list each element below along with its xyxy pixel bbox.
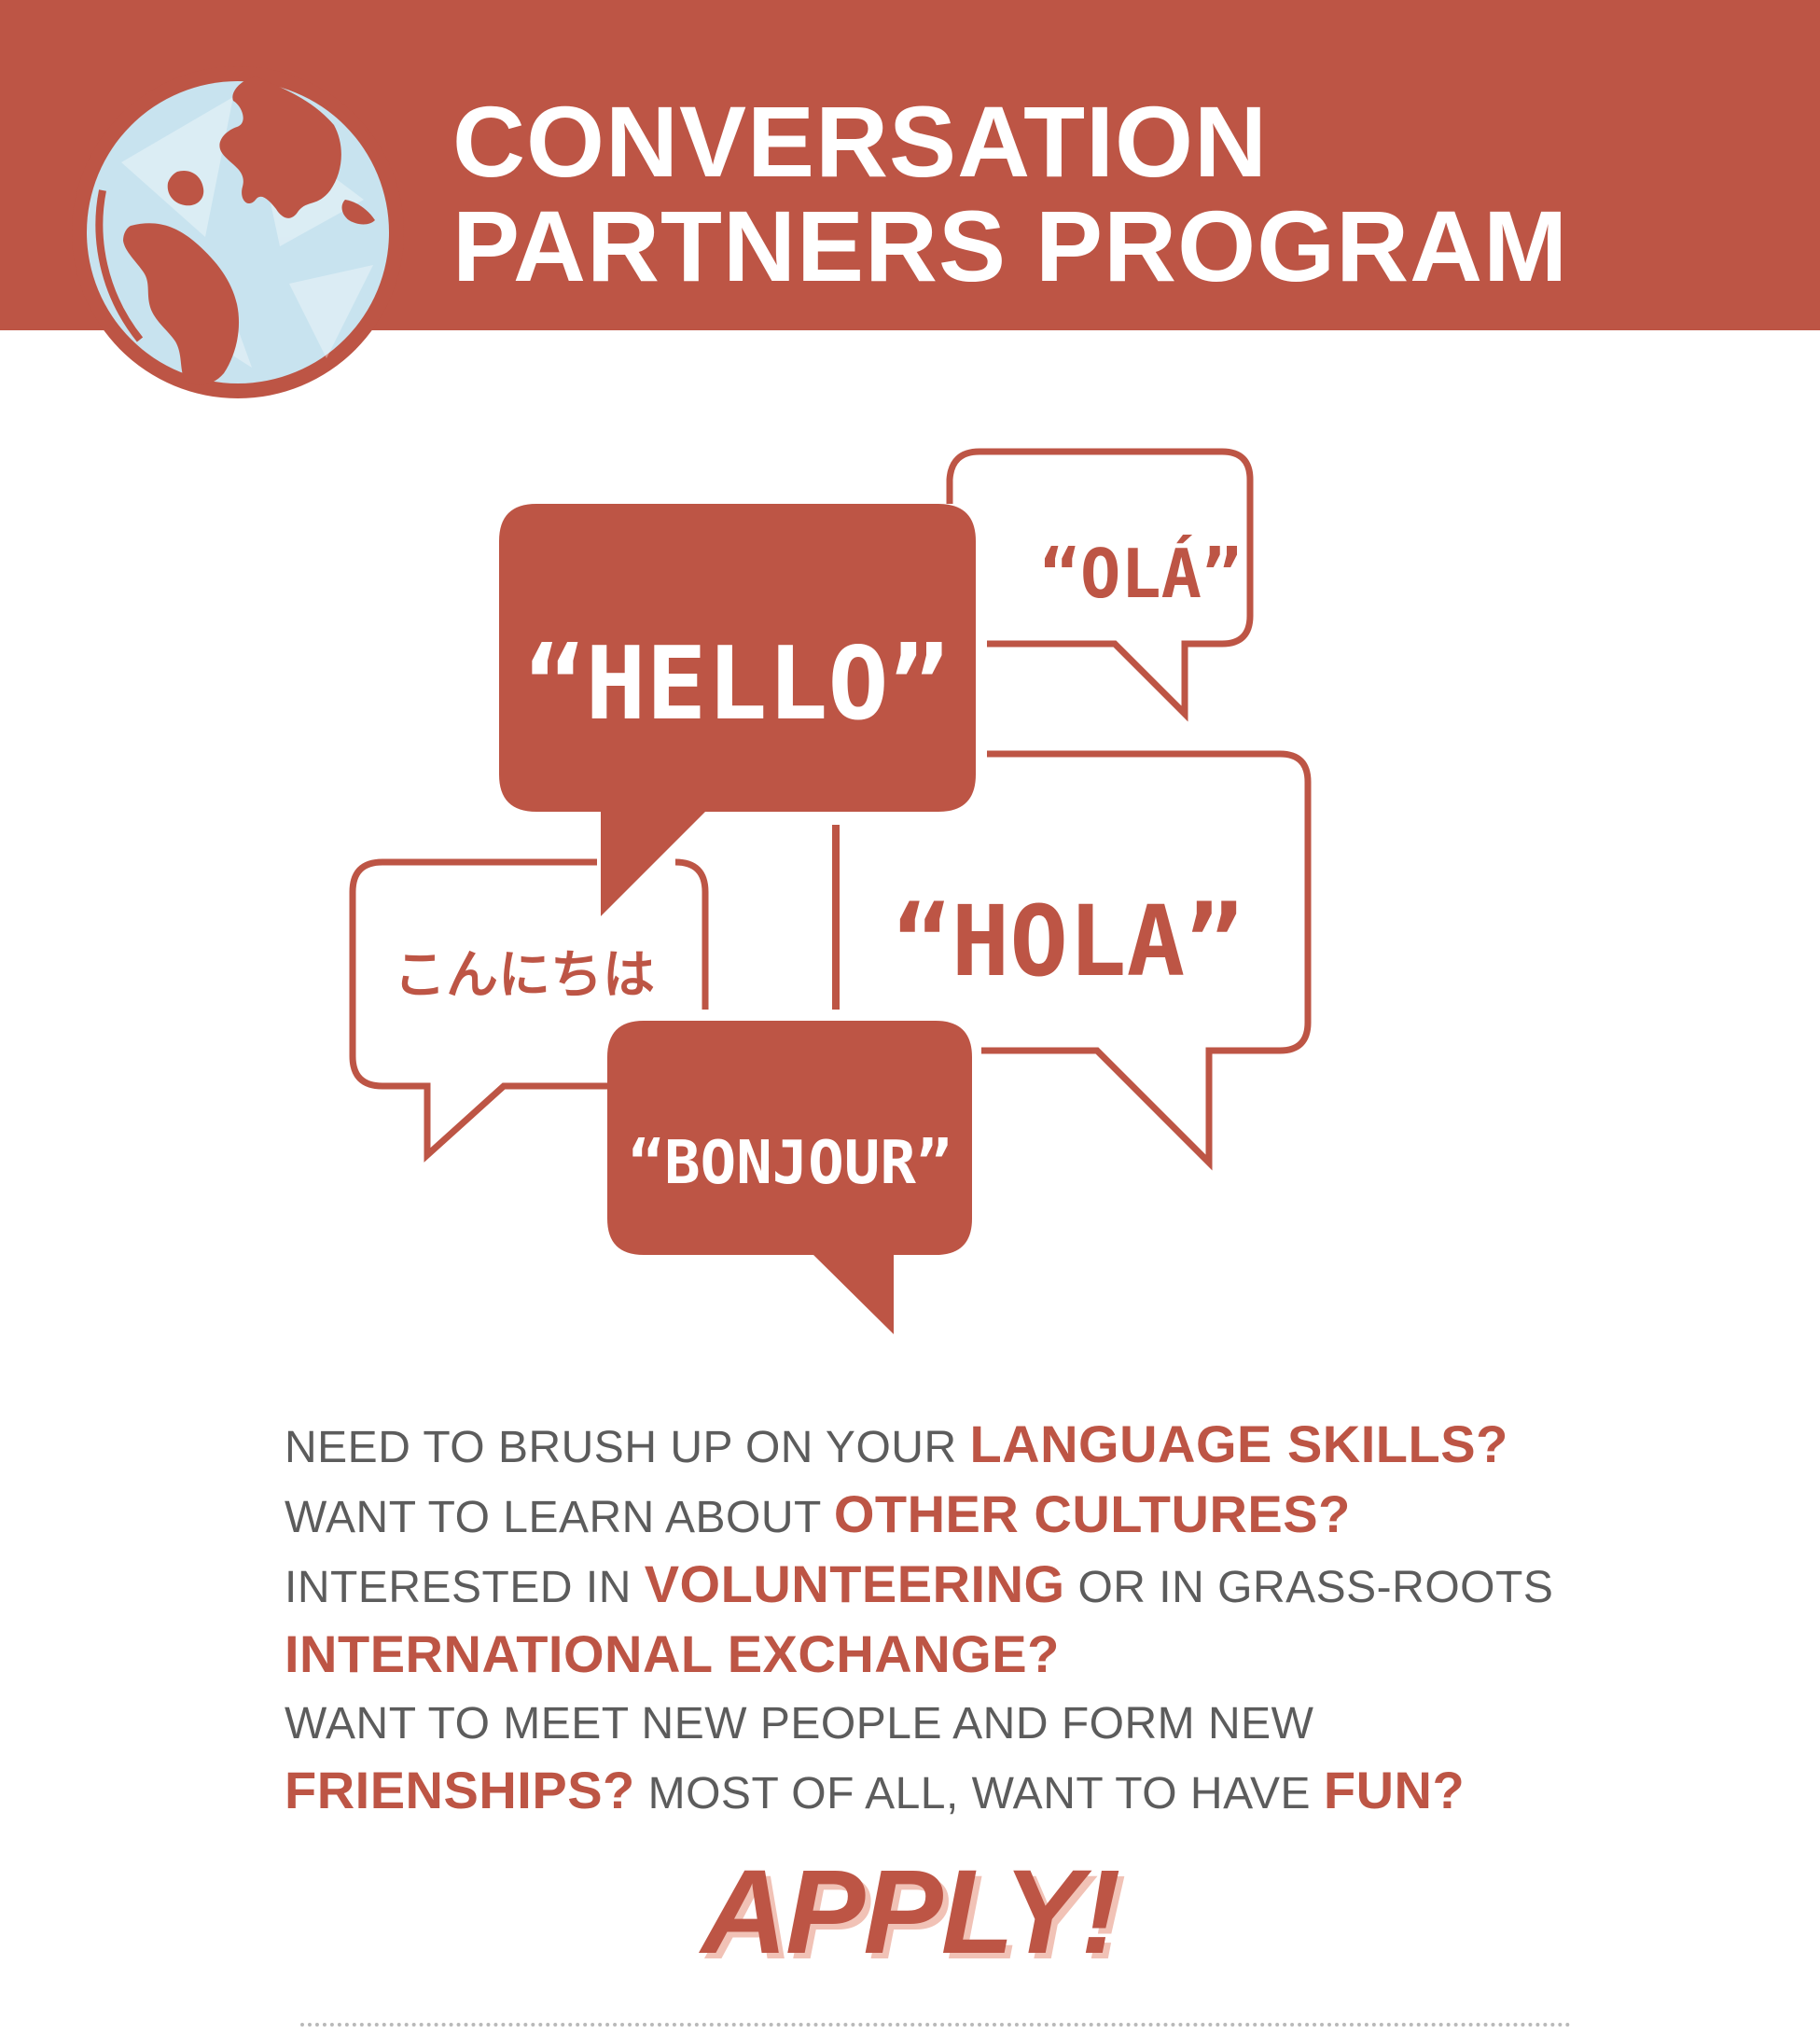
hola-text: “HOLA” [893,885,1243,998]
copy-line-6: FRIENSHIPS? MOST OF ALL, WANT TO HAVE FU… [285,1761,1466,1819]
copy-line-1: NEED TO BRUSH UP ON YOUR LANGUAGE SKILLS… [285,1414,1508,1473]
dotted-divider [300,2023,1571,2027]
speech-bubbles-illustration: “OLÁ” “HELLO” “HOLA” こんにちは “BONJOUR” [349,448,1312,1334]
ola-text: “OLÁ” [1040,535,1243,613]
copy-line-4: INTERNATIONAL EXCHANGE? [285,1624,1060,1683]
copy-line-2: WANT TO LEARN ABOUT OTHER CULTURES? [285,1484,1351,1543]
program-description: NEED TO BRUSH UP ON YOUR LANGUAGE SKILLS… [285,1411,1609,1827]
hello-text: “HELLO” [524,626,949,743]
copy-line-5: WANT TO MEET NEW PEOPLE AND FORM NEW [285,1699,1314,1748]
bonjour-text: “BONJOUR” [629,1129,952,1198]
apply-heading: APPLY! [701,1846,1121,1979]
copy-line-3: INTERESTED IN VOLUNTEERING OR IN GRASS-R… [285,1554,1554,1613]
konnichiwa-bubble [349,858,608,1163]
konnichiwa-text: こんにちは [394,945,655,1006]
